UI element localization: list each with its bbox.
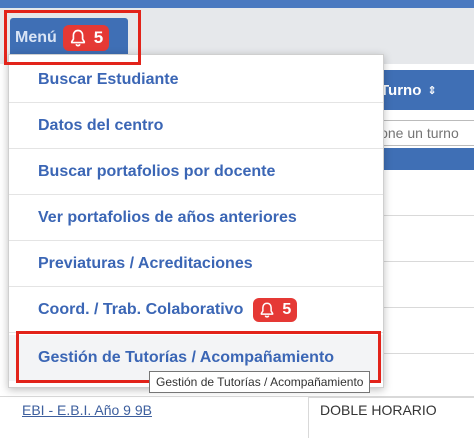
row-divider [0,396,474,397]
column-header-label: Turno [380,81,422,99]
bell-icon [70,29,85,47]
menu-item-datos-centro[interactable]: Datos del centro [9,103,383,149]
top-bar [0,0,474,8]
menu-item-label: Datos del centro [38,116,164,134]
badge-count: 5 [93,28,104,47]
menu-item-coord-trab-colaborativo[interactable]: Coord. / Trab. Colaborativo 5 [9,287,383,333]
turno-filter-input[interactable] [372,120,474,146]
menu-item-label: Ver portafolios de años anteriores [38,208,297,226]
menu-label: Menú [15,29,57,46]
sort-icon[interactable]: ⇕ [427,84,436,97]
badge-count: 5 [282,300,292,318]
menu-item-label: Buscar portafolios por docente [38,162,276,180]
bell-icon [260,302,274,318]
menu-item-buscar-estudiante[interactable]: Buscar Estudiante [9,57,383,103]
notification-badge: 5 [253,297,298,322]
notification-badge: 5 [62,25,110,51]
menu-item-label: Previaturas / Acreditaciones [38,254,253,272]
shift-value: DOBLE HORARIO [320,402,437,418]
menu-item-label: Buscar Estudiante [38,70,179,88]
menu-item-portafolios-anteriores[interactable]: Ver portafolios de años anteriores [9,195,383,241]
menu-item-label: Coord. / Trab. Colaborativo [38,300,244,318]
group-link[interactable]: EBI - E.B.I. Año 9 9B [22,402,152,418]
tooltip: Gestión de Tutorías / Acompañamiento [149,371,371,393]
menu-button[interactable]: Menú 5 [10,18,128,58]
menu-item-label: Gestión de Tutorías / Acompañamiento [38,349,335,366]
menu-item-buscar-portafolios[interactable]: Buscar portafolios por docente [9,149,383,195]
menu-item-previaturas[interactable]: Previaturas / Acreditaciones [9,241,383,287]
menu-dropdown: Buscar Estudiante Datos del centro Busca… [8,54,384,388]
